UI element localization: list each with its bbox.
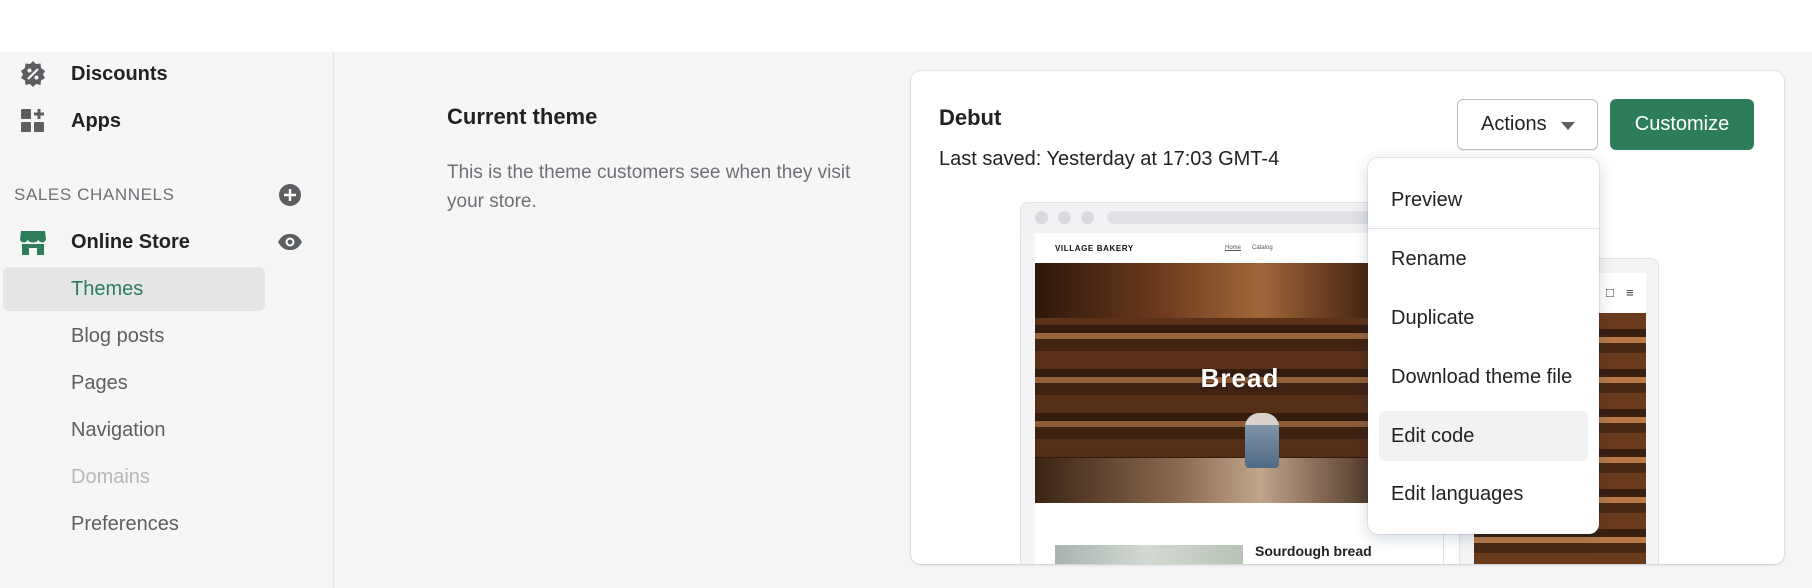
sidebar-item-label: Navigation xyxy=(71,418,166,441)
apps-icon xyxy=(18,106,48,136)
top-bar xyxy=(0,0,1812,52)
view-online-store-button[interactable] xyxy=(276,228,304,256)
sidebar-item-preferences[interactable]: Preferences xyxy=(3,502,265,546)
sidebar-item-label: Online Store xyxy=(71,230,190,253)
menu-item-preview[interactable]: Preview xyxy=(1379,175,1588,225)
menu-item-edit-code[interactable]: Edit code xyxy=(1379,411,1588,461)
store-icon xyxy=(18,227,48,257)
sidebar-item-label: Pages xyxy=(71,371,128,394)
menu-item-rename[interactable]: Rename xyxy=(1379,234,1588,284)
sidebar: Discounts Apps SALES CHANNELS Online Sto… xyxy=(0,52,334,588)
menu-item-download-theme-file[interactable]: Download theme file xyxy=(1379,352,1588,402)
sidebar-item-label: Domains xyxy=(71,465,150,488)
sidebar-item-discounts[interactable]: Discounts xyxy=(0,52,334,96)
sidebar-item-blog-posts[interactable]: Blog posts xyxy=(3,314,265,358)
preview-nav-home: Home xyxy=(1225,245,1242,251)
menu-item-duplicate[interactable]: Duplicate xyxy=(1379,293,1588,343)
preview-nav-catalog: Catalog xyxy=(1252,245,1273,251)
sidebar-item-pages[interactable]: Pages xyxy=(3,361,265,405)
actions-button-label: Actions xyxy=(1481,113,1547,135)
sidebar-item-label: Apps xyxy=(71,109,121,132)
customize-button[interactable]: Customize xyxy=(1610,99,1754,150)
actions-button[interactable]: Actions xyxy=(1457,99,1598,150)
sidebar-item-label: Preferences xyxy=(71,512,179,535)
current-theme-card: Debut Last saved: Yesterday at 17:03 GMT… xyxy=(911,71,1784,564)
sidebar-item-navigation[interactable]: Navigation xyxy=(3,408,265,452)
sidebar-item-label: Themes xyxy=(71,277,144,300)
preview-product-title: Sourdough bread xyxy=(1255,543,1372,559)
sidebar-item-apps[interactable]: Apps xyxy=(0,99,334,143)
menu-icon: ≡ xyxy=(1626,285,1634,300)
sidebar-item-domains: Domains xyxy=(3,455,265,499)
last-saved-text: Last saved: Yesterday at 17:03 GMT-4 xyxy=(939,148,1280,170)
discount-icon xyxy=(18,59,48,89)
section-title: Current theme xyxy=(447,104,598,129)
preview-brand: VILLAGE BAKERY xyxy=(1055,243,1134,253)
sidebar-item-label: Blog posts xyxy=(71,324,165,347)
sidebar-item-themes[interactable]: Themes xyxy=(3,267,265,311)
caret-down-icon xyxy=(1561,122,1575,130)
add-sales-channel-button[interactable] xyxy=(276,181,304,209)
theme-name: Debut xyxy=(939,105,1002,130)
cart-icon: □ xyxy=(1606,285,1614,300)
preview-product-image xyxy=(1055,545,1243,564)
eye-icon xyxy=(278,234,302,250)
menu-divider xyxy=(1368,228,1599,229)
menu-item-edit-languages[interactable]: Edit languages xyxy=(1379,469,1588,519)
sidebar-item-label: Discounts xyxy=(71,62,168,85)
sales-channels-heading: SALES CHANNELS xyxy=(14,185,175,204)
actions-menu: Preview Rename Duplicate Download theme … xyxy=(1368,158,1599,534)
plus-circle-icon xyxy=(279,184,301,206)
baker-figure xyxy=(1245,413,1279,468)
section-description: This is the theme customers see when the… xyxy=(447,162,851,212)
